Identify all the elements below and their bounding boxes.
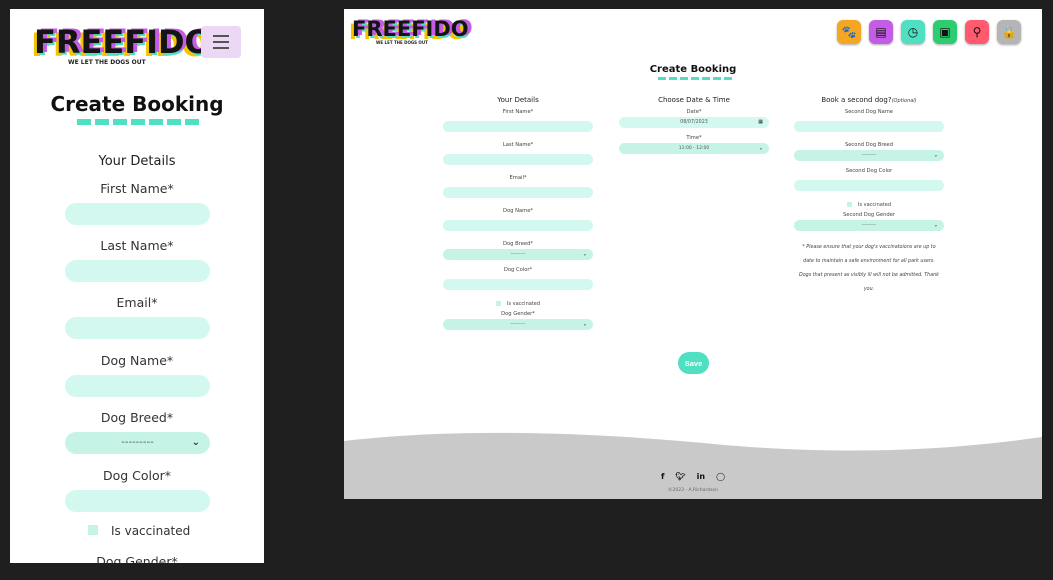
dog-breed-value: ---------: [510, 252, 526, 257]
second-dog-gender-label: Second Dog Gender: [843, 212, 895, 218]
first-name-input[interactable]: [443, 121, 593, 132]
chevron-down-icon: ⌄: [582, 321, 587, 327]
title-underline: [655, 77, 735, 80]
mobile-view: FREEFIDO FREEFIDO FREEFIDO FREEFIDO WE L…: [10, 9, 264, 563]
dog-color-label: Dog Color*: [102, 468, 172, 483]
last-name-label: Last Name*: [100, 238, 174, 253]
footer-wave: [344, 432, 1042, 499]
second-vaccinated-row: Is vaccinated: [794, 200, 944, 209]
calendar-icon[interactable]: ▦: [758, 117, 763, 128]
email-label: Email*: [116, 295, 158, 310]
book-icon[interactable]: ▤: [869, 20, 893, 44]
dog-color-input[interactable]: [443, 279, 593, 290]
your-details-column: Your Details First Name* Last Name* Emai…: [443, 96, 593, 330]
brand-name: FREEFIDO: [34, 23, 212, 61]
second-dog-name-input[interactable]: [794, 121, 944, 132]
dog-name-label: Dog Name*: [502, 208, 533, 214]
vaccinated-row: Is vaccinated: [443, 299, 593, 308]
dog-gender-select[interactable]: --------- ⌄: [443, 319, 593, 330]
save-button[interactable]: Save: [678, 352, 709, 374]
date-value: 08/07/2023: [680, 120, 708, 125]
first-name-label: First Name*: [502, 109, 534, 115]
copyright: ©2023 - A.Richardson: [668, 488, 718, 493]
dog-breed-value: ---------: [121, 437, 154, 448]
second-dog-color-label: Second Dog Color: [845, 168, 893, 174]
dog-gender-label: Dog Gender*: [96, 554, 178, 563]
first-name-label: First Name*: [100, 181, 174, 196]
chevron-down-icon: ⌄: [582, 251, 587, 257]
paw-icon[interactable]: 🐾: [837, 20, 861, 44]
dog-gender-label: Dog Gender*: [501, 311, 535, 317]
email-label: Email*: [509, 175, 527, 181]
wallet-icon[interactable]: ▣: [933, 20, 957, 44]
dog-color-label: Dog Color*: [503, 267, 533, 273]
vaccinated-label: Is vaccinated: [506, 300, 541, 307]
dog-name-input[interactable]: [443, 220, 593, 231]
brand-logo[interactable]: FREEFIDO FREEFIDO FREEFIDO FREEFIDO WE L…: [349, 17, 473, 45]
github-icon[interactable]: ◯: [716, 472, 725, 481]
linkedin-icon[interactable]: in: [697, 472, 705, 481]
chevron-down-icon: ⌄: [758, 145, 763, 151]
date-input[interactable]: 08/07/2023 ▦: [619, 117, 769, 128]
email-input[interactable]: [443, 187, 593, 198]
email-input[interactable]: [65, 317, 210, 339]
twitter-icon[interactable]: 🐦︎: [675, 472, 685, 481]
brand-logo[interactable]: FREEFIDO FREEFIDO FREEFIDO FREEFIDO WE L…: [31, 23, 216, 66]
date-label: Date*: [686, 109, 702, 115]
dog-breed-label: Dog Breed*: [503, 241, 533, 247]
top-nav-icons: 🐾 ▤ ◷ ▣ ⚲ 🔒: [837, 20, 1021, 44]
location-pin-icon[interactable]: ⚲: [965, 20, 989, 44]
brand-name: FREEFIDO: [352, 17, 469, 41]
last-name-input[interactable]: [443, 154, 593, 165]
chevron-down-icon: ⌄: [191, 437, 200, 448]
second-dog-gender-value: ---------: [861, 223, 877, 228]
dog-name-label: Dog Name*: [100, 353, 174, 368]
dog-gender-value: ---------: [510, 322, 526, 327]
last-name-input[interactable]: [65, 260, 210, 282]
desktop-view: FREEFIDO FREEFIDO FREEFIDO FREEFIDO WE L…: [344, 9, 1042, 499]
time-value: 11:00 - 12:00: [678, 146, 710, 151]
chevron-down-icon: ⌄: [933, 152, 938, 158]
page-title: Create Booking: [649, 64, 737, 75]
vaccination-note: * Please ensure that your dog's vaccinat…: [799, 245, 939, 292]
second-dog-breed-label: Second Dog Breed: [844, 142, 894, 148]
social-links: f 🐦︎ in ◯: [344, 472, 1042, 481]
calendar-clock-icon[interactable]: ◷: [901, 20, 925, 44]
second-dog-gender-select[interactable]: --------- ⌄: [794, 220, 944, 231]
date-time-heading: Choose Date & Time: [658, 96, 730, 104]
time-label: Time*: [686, 135, 702, 141]
chevron-down-icon: ⌄: [933, 222, 938, 228]
dog-color-input[interactable]: [65, 490, 210, 512]
date-time-column: Choose Date & Time Date* 08/07/2023 ▦ Ti…: [619, 96, 769, 154]
page-title: Create Booking: [50, 92, 224, 116]
second-dog-color-input[interactable]: [794, 180, 944, 191]
second-dog-column: Book a second dog?(Optional) Second Dog …: [794, 96, 944, 297]
facebook-icon[interactable]: f: [661, 472, 664, 481]
lock-icon[interactable]: 🔒: [997, 20, 1021, 44]
first-name-input[interactable]: [65, 203, 210, 225]
second-dog-breed-select[interactable]: --------- ⌄: [794, 150, 944, 161]
title-underline: [62, 119, 214, 125]
time-select[interactable]: 11:00 - 12:00 ⌄: [619, 143, 769, 154]
section-title-your-details: Your Details: [98, 154, 176, 169]
hamburger-menu-button[interactable]: [201, 26, 241, 58]
dog-breed-select[interactable]: --------- ⌄: [65, 432, 210, 454]
dog-name-input[interactable]: [65, 375, 210, 397]
your-details-heading: Your Details: [497, 96, 539, 104]
vaccinated-label: Is vaccinated: [111, 524, 191, 538]
optional-label: (Optional): [891, 98, 917, 104]
second-vaccinated-label: Is vaccinated: [857, 201, 892, 208]
second-vaccinated-checkbox[interactable]: [846, 202, 852, 207]
dog-breed-label: Dog Breed*: [100, 410, 174, 425]
second-dog-name-label: Second Dog Name: [844, 109, 894, 115]
last-name-label: Last Name*: [502, 142, 534, 148]
dog-breed-select[interactable]: --------- ⌄: [443, 249, 593, 260]
vaccinated-checkbox[interactable]: [495, 301, 501, 306]
second-dog-breed-value: ---------: [861, 153, 877, 158]
second-dog-heading: Book a second dog?(Optional): [821, 96, 917, 104]
vaccinated-checkbox[interactable]: [88, 525, 98, 535]
